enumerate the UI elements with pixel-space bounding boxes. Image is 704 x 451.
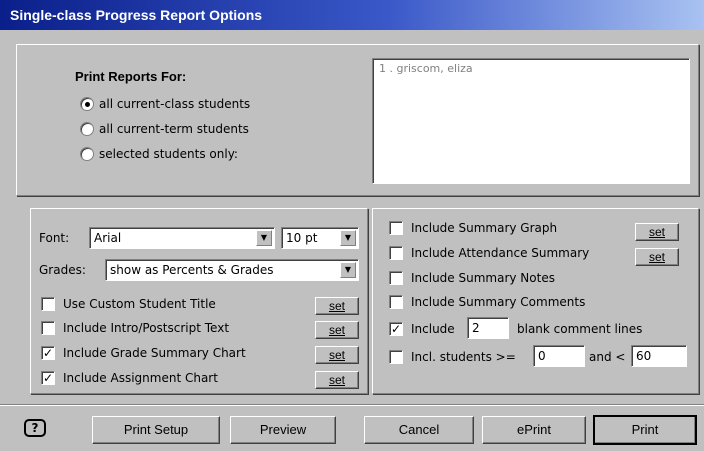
summary-graph-checkbox[interactable]	[389, 221, 403, 235]
radio-selected[interactable]	[80, 147, 94, 161]
attendance-summary-label[interactable]: Include Attendance Summary	[411, 246, 589, 260]
intro-text-checkbox[interactable]	[41, 321, 55, 335]
assignment-chart-set-button[interactable]: set	[315, 371, 359, 389]
grades-select[interactable]: show as Percents & Grades ▼	[105, 259, 359, 281]
preview-button[interactable]: Preview	[230, 416, 336, 444]
chevron-down-icon[interactable]: ▼	[256, 230, 272, 246]
student-list-item[interactable]: 1 . griscom, eliza	[379, 62, 683, 75]
font-select[interactable]: Arial ▼	[89, 227, 275, 249]
blank-lines-input[interactable]: 2	[467, 317, 509, 339]
font-label: Font:	[39, 231, 70, 245]
grade-summary-checkbox[interactable]: ✓	[41, 346, 55, 360]
summary-graph-label[interactable]: Include Summary Graph	[411, 221, 557, 235]
summary-graph-set-button[interactable]: set	[635, 223, 679, 241]
blank-lines-checkbox[interactable]: ✓	[389, 322, 403, 336]
custom-title-set-button[interactable]: set	[315, 297, 359, 315]
attendance-summary-set-button[interactable]: set	[635, 248, 679, 266]
grade-summary-label[interactable]: Include Grade Summary Chart	[63, 346, 246, 360]
print-for-panel: Print Reports For: all current-class stu…	[16, 44, 699, 196]
radio-all-class[interactable]	[80, 97, 94, 111]
summary-comments-checkbox[interactable]	[389, 295, 403, 309]
footer-divider	[0, 404, 704, 406]
window-title: Single-class Progress Report Options	[0, 0, 704, 30]
summary-notes-checkbox[interactable]	[389, 271, 403, 285]
assignment-chart-checkbox[interactable]: ✓	[41, 371, 55, 385]
incl-students-prefix: Incl. students >=	[411, 350, 516, 364]
blank-lines-prefix: Include	[411, 322, 455, 336]
incl-students-middle: and <	[589, 350, 626, 364]
incl-students-checkbox[interactable]	[389, 350, 403, 364]
grades-label: Grades:	[39, 263, 86, 277]
print-button[interactable]: Print	[593, 415, 697, 445]
font-select-value: Arial	[94, 231, 122, 245]
attendance-summary-checkbox[interactable]	[389, 246, 403, 260]
incl-students-min-input[interactable]: 0	[533, 345, 585, 367]
intro-text-set-button[interactable]: set	[315, 321, 359, 339]
radio-all-term[interactable]	[80, 122, 94, 136]
custom-title-checkbox[interactable]	[41, 297, 55, 311]
print-for-heading: Print Reports For:	[75, 69, 187, 84]
help-icon[interactable]: ?	[24, 419, 46, 437]
size-select-value: 10 pt	[286, 231, 318, 245]
radio-all-class-label[interactable]: all current-class students	[99, 97, 250, 111]
intro-text-label[interactable]: Include Intro/Postscript Text	[63, 321, 229, 335]
blank-lines-suffix: blank comment lines	[517, 322, 643, 336]
cancel-button[interactable]: Cancel	[364, 416, 474, 444]
size-select[interactable]: 10 pt ▼	[281, 227, 359, 249]
summary-notes-label[interactable]: Include Summary Notes	[411, 271, 555, 285]
summary-comments-label[interactable]: Include Summary Comments	[411, 295, 585, 309]
summary-options-panel: Include Summary Graph set Include Attend…	[372, 208, 699, 394]
radio-all-term-label[interactable]: all current-term students	[99, 122, 249, 136]
student-listbox[interactable]: 1 . griscom, eliza	[372, 58, 690, 184]
chevron-down-icon[interactable]: ▼	[340, 230, 356, 246]
print-setup-button[interactable]: Print Setup	[92, 416, 220, 444]
custom-title-label[interactable]: Use Custom Student Title	[63, 297, 216, 311]
assignment-chart-label[interactable]: Include Assignment Chart	[63, 371, 218, 385]
radio-selected-label[interactable]: selected students only:	[99, 147, 238, 161]
chevron-down-icon[interactable]: ▼	[340, 262, 356, 278]
eprint-button[interactable]: ePrint	[482, 416, 586, 444]
format-options-panel: Font: Arial ▼ 10 pt ▼ Grades: show as Pe…	[30, 208, 368, 394]
grades-select-value: show as Percents & Grades	[110, 263, 274, 277]
incl-students-max-input[interactable]: 60	[631, 345, 687, 367]
grade-summary-set-button[interactable]: set	[315, 346, 359, 364]
